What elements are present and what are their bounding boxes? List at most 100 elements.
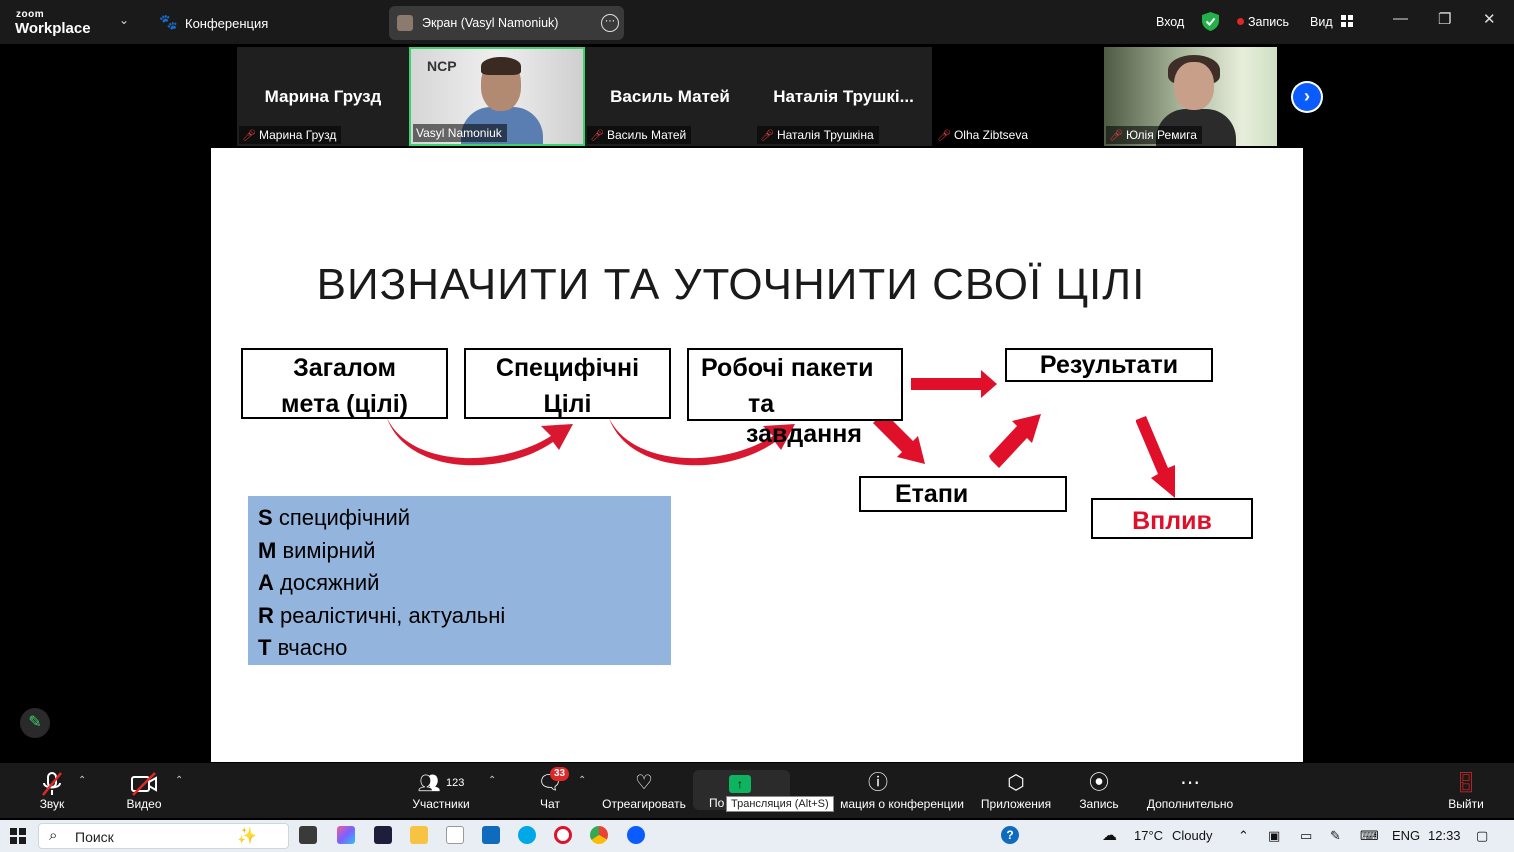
react-label: Отреагировать <box>602 797 686 811</box>
opera-icon[interactable] <box>554 826 572 844</box>
shared-screen-slide: ВИЗНАЧИТИ ТА УТОЧНИТИ СВОЇ ЦІЛІ Загалом … <box>211 148 1303 762</box>
more-button[interactable]: ⋯ Дополнительно <box>1146 769 1234 811</box>
heart-icon: ♡ <box>635 772 653 794</box>
down-arrow-icon <box>1136 416 1175 498</box>
meeting-info-label: мация о конференции <box>840 797 964 811</box>
meeting-info-button[interactable]: ⓘ мация о конференции <box>840 769 964 811</box>
weather-description[interactable]: Cloudy <box>1172 828 1212 843</box>
participant-name: Марина Грузд <box>258 128 337 142</box>
recording-dot-icon <box>1237 18 1244 25</box>
restore-icon[interactable]: ❐ <box>1438 10 1451 28</box>
chat-button[interactable]: 🗨︎ 33 Чат <box>536 767 570 811</box>
chrome-icon[interactable] <box>590 826 608 844</box>
view-grid-icon[interactable] <box>1341 15 1353 27</box>
audio-options-caret-icon[interactable]: ⌃ <box>78 775 86 786</box>
participant-tile[interactable]: Наталія Трушкі... 🎤︎ Наталія Трушкіна <box>755 47 932 146</box>
participant-tile[interactable]: 🎤︎ Юлія Ремига <box>1104 47 1277 146</box>
audio-button[interactable]: Звук <box>34 769 70 811</box>
right-arrow-icon <box>911 370 997 398</box>
keyboard-icon[interactable]: ⌨ <box>1360 828 1379 844</box>
video-options-caret-icon[interactable]: ⌃ <box>175 775 183 786</box>
box-text-line: Вплив <box>1132 507 1212 535</box>
apps-icon: ⬡ <box>1007 772 1025 794</box>
leave-label: Выйти <box>1448 797 1484 811</box>
box-text-line: Специфічні <box>495 354 640 382</box>
recording-status[interactable]: Запись <box>1248 15 1289 29</box>
annotate-pencil-icon[interactable]: ✎ <box>20 708 50 738</box>
screen-share-indicator[interactable]: Экран (Vasyl Namoniuk) ⋯ <box>389 6 624 40</box>
up-right-arrow-icon <box>989 414 1041 468</box>
record-button[interactable]: ⦿ Запись <box>1079 769 1119 811</box>
minimize-icon[interactable]: — <box>1393 10 1408 27</box>
input-language[interactable]: ENG <box>1392 828 1420 843</box>
copilot-sparkle-icon[interactable]: ✨ <box>237 826 257 846</box>
camera-off-icon <box>124 769 164 797</box>
weather-cloud-icon[interactable]: ☁ <box>1102 826 1117 844</box>
zoom-app-icon[interactable] <box>627 826 645 844</box>
participants-count: 123 <box>446 777 465 789</box>
more-options-icon[interactable]: ⋯ <box>601 14 619 32</box>
smart-letter: A <box>258 570 274 595</box>
task-view-icon[interactable] <box>299 826 317 844</box>
clock-time[interactable]: 12:33 <box>1428 828 1461 843</box>
participant-label: 🎤︎ Василь Матей <box>587 126 692 144</box>
file-explorer-icon[interactable] <box>410 826 428 844</box>
participants-caret-icon[interactable]: ⌃ <box>488 775 496 786</box>
impact-box: Вплив <box>1091 498 1253 539</box>
app-menu-chevron-down-icon[interactable]: ⌄ <box>119 13 129 27</box>
smart-text: реалістичні, актуальні <box>280 602 506 628</box>
taskbar-search-input[interactable]: ⌕ Поиск ✨ <box>38 823 289 849</box>
sign-in-button[interactable]: Вход <box>1156 15 1184 29</box>
zoom-logo-small: zoom <box>16 9 45 20</box>
smart-letter: M <box>258 537 277 563</box>
apps-label: Приложения <box>980 797 1052 811</box>
participant-name: Olha Zibtseva <box>953 128 1029 142</box>
close-icon[interactable]: ✕ <box>1483 10 1496 28</box>
meeting-menu-button[interactable]: Конференция <box>185 16 268 31</box>
more-dots-icon: ⋯ <box>1180 772 1200 794</box>
participant-tile[interactable]: 🎤︎ Olha Zibtseva <box>932 47 1082 146</box>
smart-text: вимірний <box>282 537 376 563</box>
leave-button[interactable]: 🚪︎ Выйти <box>1446 769 1486 811</box>
search-placeholder: Поиск <box>75 829 114 845</box>
weather-temperature[interactable]: 17°C <box>1134 828 1163 843</box>
record-icon: ⦿ <box>1089 772 1109 794</box>
copilot-app-icon[interactable] <box>337 826 355 844</box>
participant-name: Василь Матей <box>606 128 687 142</box>
windows-start-icon[interactable] <box>10 828 26 844</box>
participant-name: Наталія Трушкіна <box>776 128 874 142</box>
box-text-line: Результати <box>1039 351 1179 379</box>
meeting-paw-icon[interactable]: 🐾 <box>159 13 178 31</box>
meet-now-icon[interactable]: ▣ <box>1268 828 1280 844</box>
share-label: По <box>709 796 725 810</box>
battery-icon[interactable]: ▭ <box>1300 828 1312 844</box>
participant-label: 🎤︎ Olha Zibtseva <box>934 126 1034 144</box>
participant-tile[interactable]: Марина Грузд 🎤︎ Марина Грузд <box>237 47 409 146</box>
specific-goals-box: Специфічні Цілі <box>464 348 671 419</box>
notifications-icon[interactable]: ▢ <box>1476 828 1488 844</box>
participant-label: 🎤︎ Юлія Ремига <box>1106 126 1202 144</box>
participant-tile-active-speaker[interactable]: NCP Vasyl Namoniuk <box>409 47 585 146</box>
participant-tile[interactable]: Василь Матей 🎤︎ Василь Матей <box>585 47 755 146</box>
help-icon[interactable]: ? <box>1001 826 1019 844</box>
next-page-button[interactable]: › <box>1291 81 1323 113</box>
skype-icon[interactable] <box>518 826 536 844</box>
pen-icon[interactable]: ✎ <box>1330 828 1341 844</box>
video-button[interactable]: Видео <box>124 769 164 811</box>
apps-button[interactable]: ⬡ Приложения <box>979 769 1053 811</box>
react-button[interactable]: ♡ Отреагировать <box>602 769 686 811</box>
info-icon: ⓘ <box>868 772 888 794</box>
chat-caret-icon[interactable]: ⌃ <box>578 775 586 786</box>
participants-button[interactable]: 👥︎ 123 Участники <box>408 769 474 811</box>
ncp-logo: NCP <box>427 58 457 74</box>
share-tooltip: Трансляция (Alt+S) <box>726 796 834 812</box>
view-menu-button[interactable]: Вид <box>1310 15 1333 29</box>
outlook-icon[interactable] <box>482 826 500 844</box>
terminal-app-icon[interactable] <box>374 826 392 844</box>
smart-line: S специфічний <box>258 502 671 535</box>
participant-video-face <box>1174 62 1214 110</box>
encryption-shield-icon[interactable] <box>1202 12 1219 31</box>
notepad-icon[interactable] <box>446 826 464 844</box>
tray-overflow-chevron-icon[interactable]: ⌃ <box>1238 828 1249 844</box>
presenter-avatar <box>397 15 413 31</box>
